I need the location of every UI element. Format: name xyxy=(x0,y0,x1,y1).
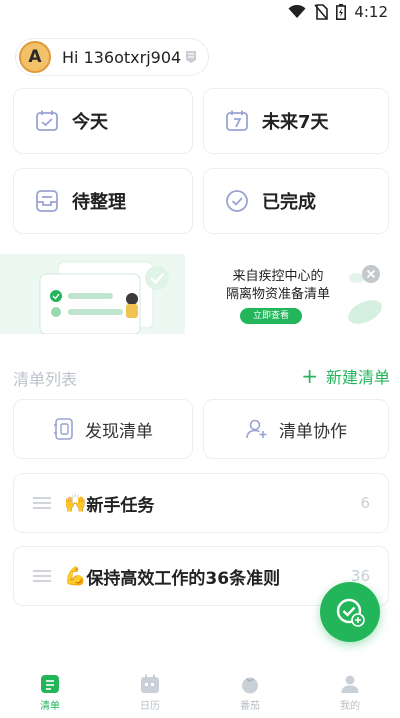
banner-illustration xyxy=(0,254,185,334)
avatar-letter: A xyxy=(28,47,42,67)
battery-icon xyxy=(336,4,347,20)
discover-icon xyxy=(54,418,73,440)
calendar-icon xyxy=(141,674,159,693)
completed-label: 已完成 xyxy=(262,192,316,213)
bottom-tab-bar: 清单 日历 番茄 我的 xyxy=(0,668,400,718)
list-section-title: 清单列表 xyxy=(13,370,78,389)
check-add-icon xyxy=(336,598,365,627)
tab-pomodoro[interactable]: 番茄 xyxy=(200,668,300,718)
promo-banner[interactable]: 来自疾控中心的 隔离物资准备清单 立即查看 xyxy=(0,254,400,334)
today-calendar-icon xyxy=(36,110,58,131)
list-name: 保持高效工作的36条准则 xyxy=(86,568,281,589)
tab-profile[interactable]: 我的 xyxy=(300,668,400,718)
avatar[interactable]: A xyxy=(19,41,51,73)
drag-handle-icon[interactable] xyxy=(32,569,52,583)
tab-label: 日历 xyxy=(140,701,160,712)
tab-label: 番茄 xyxy=(240,701,260,712)
next7days-label: 未来7天 xyxy=(262,112,329,133)
list-count: 6 xyxy=(360,494,370,512)
list-emoji-icon: 🙌 xyxy=(64,492,87,514)
inbox-label: 待整理 xyxy=(72,192,126,213)
user-profile-pill[interactable]: A Hi 136otxrj904 xyxy=(15,38,209,76)
next7days-calendar-icon xyxy=(226,110,248,131)
collaborate-label: 清单协作 xyxy=(279,421,347,442)
list-item[interactable]: 🙌 新手任务 6 xyxy=(13,473,389,533)
next7days-card[interactable]: 未来7天 xyxy=(203,88,389,154)
discover-lists-button[interactable]: 发现清单 xyxy=(13,399,193,459)
list-name: 新手任务 xyxy=(86,495,155,516)
check-circle-icon xyxy=(226,190,248,212)
tomato-icon xyxy=(242,677,258,694)
completed-card[interactable]: 已完成 xyxy=(203,168,389,234)
inbox-card[interactable]: 待整理 xyxy=(13,168,193,234)
add-task-fab[interactable] xyxy=(320,582,380,642)
add-collaborator-icon xyxy=(246,419,267,439)
profile-icon xyxy=(341,675,359,693)
close-icon[interactable] xyxy=(362,265,380,283)
tab-label: 清单 xyxy=(40,701,60,712)
banner-view-button[interactable]: 立即查看 xyxy=(240,308,302,324)
wifi-icon xyxy=(288,5,306,18)
list-emoji-icon: 💪 xyxy=(64,565,87,587)
discover-label: 发现清单 xyxy=(85,421,153,442)
inbox-tray-icon xyxy=(36,190,58,212)
status-icons: 4:12 xyxy=(288,3,388,21)
tab-label: 我的 xyxy=(340,701,360,712)
tab-lists[interactable]: 清单 xyxy=(0,668,100,718)
drag-handle-icon[interactable] xyxy=(32,496,52,510)
no-sim-icon xyxy=(314,4,329,20)
list-icon xyxy=(41,675,59,693)
vip-badge-icon xyxy=(186,51,197,63)
today-label: 今天 xyxy=(72,112,108,133)
new-list-label: 新建清单 xyxy=(325,368,390,387)
plus-icon: + xyxy=(301,364,318,388)
today-card[interactable]: 今天 xyxy=(13,88,193,154)
greeting-text: Hi 136otxrj904 xyxy=(62,47,182,67)
new-list-button[interactable]: + 新建清单 xyxy=(301,364,390,388)
status-bar: 4:12 xyxy=(0,0,400,26)
collaborate-lists-button[interactable]: 清单协作 xyxy=(203,399,389,459)
tab-calendar[interactable]: 日历 xyxy=(100,668,200,718)
status-time: 4:12 xyxy=(354,3,388,21)
banner-title: 来自疾控中心的 隔离物资准备清单 xyxy=(225,269,330,302)
